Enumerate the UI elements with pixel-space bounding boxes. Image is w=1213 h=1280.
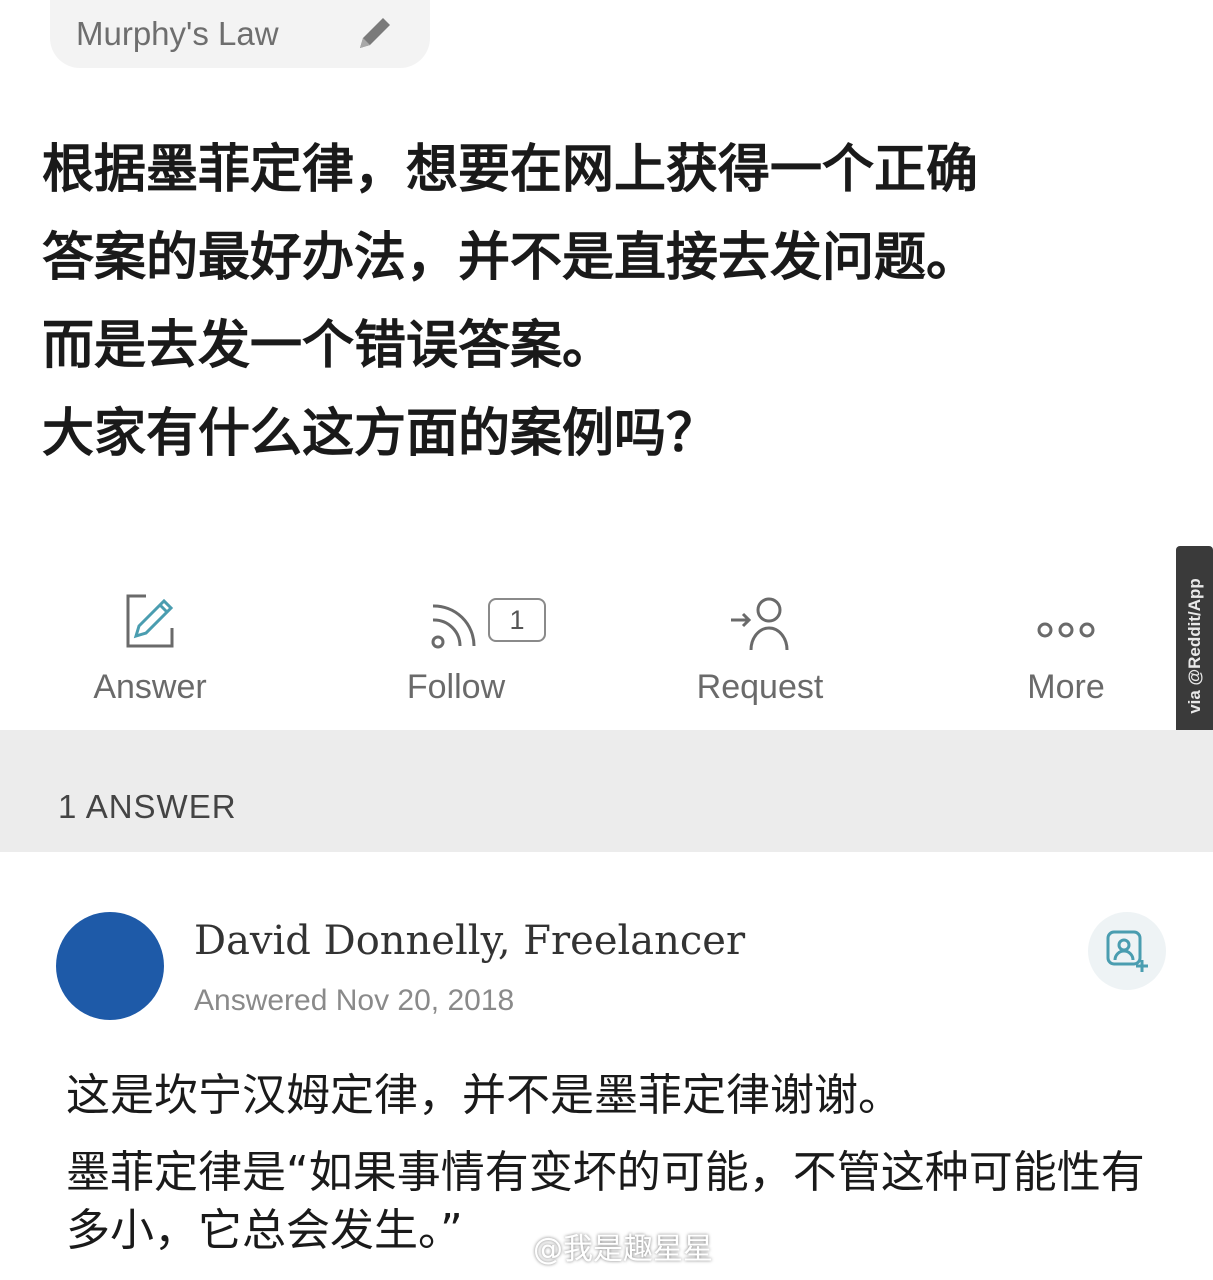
answer-label: Answer [93, 668, 207, 706]
author-name[interactable]: David Donnelly, Freelancer [194, 918, 745, 964]
more-button[interactable]: More [956, 590, 1176, 707]
avatar[interactable] [56, 912, 164, 1020]
answer-count: 1 ANSWER [58, 788, 237, 825]
answer-button[interactable]: Answer [40, 590, 260, 707]
request-user-icon [731, 597, 789, 651]
topic-label[interactable]: Murphy's Law [76, 15, 279, 53]
request-label: Request [696, 668, 824, 706]
more-label: More [1027, 668, 1105, 706]
follow-count-badge: 1 [488, 598, 546, 642]
question-line: 根据墨菲定律，想要在网上获得一个正确 [42, 140, 979, 200]
edit-square-icon [126, 594, 174, 648]
request-button[interactable]: Request [650, 590, 870, 707]
question-line: 答案的最好办法，并不是直接去发问题。 [42, 228, 979, 288]
follow-user-icon [1106, 930, 1148, 972]
reddit-watermark: via @Reddit/App [1176, 546, 1213, 746]
more-dots-icon [1037, 622, 1095, 638]
follow-label: Follow [406, 668, 506, 706]
question-line: 大家有什么这方面的案例吗？ [42, 404, 719, 464]
weibo-handle: @我是趣星星 [533, 1232, 713, 1267]
weibo-watermark: @我是趣星星 [485, 1226, 713, 1267]
rss-icon [431, 604, 476, 649]
follow-user-button[interactable] [1088, 912, 1166, 990]
question-title: 根据墨菲定律，想要在网上获得一个正确 答案的最好办法，并不是直接去发问题。 而是… [42, 126, 1192, 478]
answer-paragraph: 这是坎宁汉姆定律，并不是墨菲定律谢谢。 [66, 1070, 902, 1121]
answers-header: 1 ANSWER [0, 730, 1213, 852]
question-line: 而是去发一个错误答案。 [42, 316, 615, 376]
pencil-icon[interactable] [352, 10, 398, 56]
weibo-logo-icon [486, 1231, 527, 1263]
watermark-text: via @Reddit/App [1184, 578, 1204, 714]
action-bar: Answer Follow Request More [0, 590, 1213, 730]
answer-date: Answered Nov 20, 2018 [194, 984, 515, 1017]
